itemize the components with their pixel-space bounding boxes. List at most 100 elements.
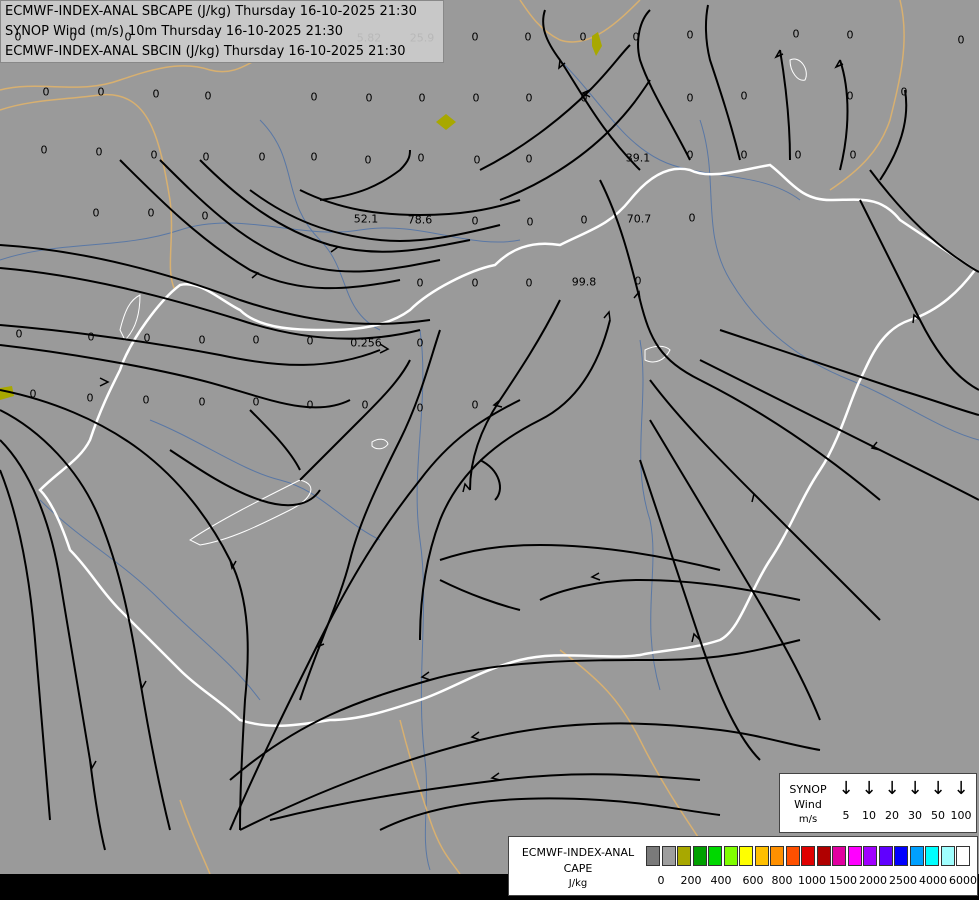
synop-wind-legend: SYNOP Wind m/s ↓ 5 ↓ 10 ↓ 20 ↓ 30 ↓ 50 ↓ 100 xyxy=(779,773,977,833)
value-label: 0 xyxy=(416,401,424,415)
value-label: 0 xyxy=(792,27,800,41)
cape-tick-label: 1000 xyxy=(798,874,826,887)
value-label: 0 xyxy=(306,398,314,412)
value-label: 0 xyxy=(473,153,481,167)
value-label: 0 xyxy=(69,30,77,44)
title-synop-wind: SYNOP Wind (m/s) 10m Thursday 16-10-2025… xyxy=(5,24,344,39)
cape-color-swatch xyxy=(646,846,660,866)
value-label: 0 xyxy=(310,150,318,164)
value-label: 0 xyxy=(416,276,424,290)
value-label: 52.1 xyxy=(353,212,379,226)
value-label: 0 xyxy=(471,276,479,290)
synop-legend-title: SYNOP xyxy=(789,783,827,796)
value-label: 0 xyxy=(252,395,260,409)
cape-legend-title: ECMWF-INDEX-ANAL xyxy=(521,846,635,859)
cape-tick-label: 800 xyxy=(771,874,793,887)
value-label: 0 xyxy=(525,152,533,166)
value-label: 0 xyxy=(87,330,95,344)
synop-legend-subtitle: Wind xyxy=(794,798,822,811)
value-label: 0 xyxy=(202,150,210,164)
cape-tick-label: 0 xyxy=(657,874,665,887)
cape-color-swatch xyxy=(754,846,769,866)
value-label: 0 xyxy=(471,30,479,44)
value-label: 0 xyxy=(957,33,965,47)
value-label: 0 xyxy=(198,395,206,409)
value-label: 0 xyxy=(846,28,854,42)
wind-arrow-20: ↓ 20 xyxy=(881,778,903,822)
value-label: 0 xyxy=(686,148,694,162)
cape-tick-label: 6000 xyxy=(949,874,977,887)
value-label: 0 xyxy=(472,91,480,105)
value-label: 0.256 xyxy=(350,336,382,350)
value-label: 0 xyxy=(634,274,642,288)
value-label: 0 xyxy=(258,150,266,164)
value-label: 0 xyxy=(92,206,100,220)
wind-arrow-icon: ↓ xyxy=(930,778,946,799)
map-canvas xyxy=(0,0,979,875)
value-label: 25.9 xyxy=(409,31,435,45)
value-label: 0 xyxy=(526,215,534,229)
value-label: 0 xyxy=(361,398,369,412)
country-border xyxy=(38,163,977,728)
cape-color-swatch xyxy=(677,846,691,866)
value-label: 0 xyxy=(29,387,37,401)
cape-color-swatch xyxy=(801,846,815,866)
cape-color-swatch xyxy=(956,846,970,866)
cape-color-swatch xyxy=(785,846,800,866)
value-label: 0 xyxy=(471,398,479,412)
cape-color-swatch xyxy=(863,846,877,866)
wind-arrow-5: ↓ 5 xyxy=(835,778,857,822)
value-label: 0 xyxy=(198,333,206,347)
title-sbcin: ECMWF-INDEX-ANAL SBCIN (J/kg) Thursday 1… xyxy=(5,44,406,59)
cape-color-swatch xyxy=(723,846,738,866)
value-label: 0 xyxy=(579,30,587,44)
cape-color-swatch xyxy=(692,846,707,866)
wind-arrow-30: ↓ 30 xyxy=(904,778,926,822)
value-label: 0 xyxy=(97,85,105,99)
value-label: 0 xyxy=(124,30,132,44)
value-label: 0 xyxy=(740,89,748,103)
cape-color-legend: ECMWF-INDEX-ANAL CAPE J/kg 0 200 400 600 800… xyxy=(508,836,978,896)
streamlines xyxy=(0,4,979,851)
wind-arrow-50: ↓ 50 xyxy=(927,778,949,822)
cape-tick-label: 200 xyxy=(680,874,702,887)
value-label: 0 xyxy=(417,151,425,165)
value-label: 0 xyxy=(688,211,696,225)
wind-arrow-icon: ↓ xyxy=(884,778,900,799)
title-sbcape: ECMWF-INDEX-ANAL SBCAPE (J/kg) Thursday … xyxy=(5,4,417,19)
value-label: 0 xyxy=(740,148,748,162)
value-label: 0 xyxy=(310,90,318,104)
cape-color-swatch xyxy=(940,846,955,866)
wind-arrow-icon: ↓ xyxy=(907,778,923,799)
value-label: 0 xyxy=(471,214,479,228)
cape-color-swatch xyxy=(739,846,753,866)
cape-color-swatch xyxy=(661,846,676,866)
value-label: 0 xyxy=(364,153,372,167)
value-label: 0 xyxy=(686,28,694,42)
cape-tick-label: 400 xyxy=(710,874,732,887)
value-label: 0 xyxy=(201,209,209,223)
value-label: 0 xyxy=(418,91,426,105)
value-label: 0 xyxy=(86,391,94,405)
wind-arrow-icon: ↓ xyxy=(953,778,969,799)
value-label: 0 xyxy=(580,213,588,227)
wind-arrow-icon: ↓ xyxy=(861,778,877,799)
value-label: 0 xyxy=(14,30,22,44)
value-label: 0 xyxy=(632,30,640,44)
value-label: 0 xyxy=(252,333,260,347)
cape-color-swatch xyxy=(909,846,924,866)
cape-color-swatch xyxy=(878,846,893,866)
value-label: 0 xyxy=(900,85,908,99)
wind-arrow-icon: ↓ xyxy=(838,778,854,799)
value-label: 0 xyxy=(147,206,155,220)
value-label: 0 xyxy=(40,143,48,157)
value-label: 0 xyxy=(152,87,160,101)
value-label: 0 xyxy=(95,145,103,159)
value-label: 0 xyxy=(142,393,150,407)
synop-legend-unit: m/s xyxy=(798,814,818,825)
value-label: 0 xyxy=(525,91,533,105)
wind-arrow-10: ↓ 10 xyxy=(858,778,880,822)
weather-map: ECMWF-INDEX-ANAL SBCAPE (J/kg) Thursday … xyxy=(0,0,979,900)
value-label: 39.1 xyxy=(625,151,651,165)
cape-legend-unit: J/kg xyxy=(568,878,588,889)
